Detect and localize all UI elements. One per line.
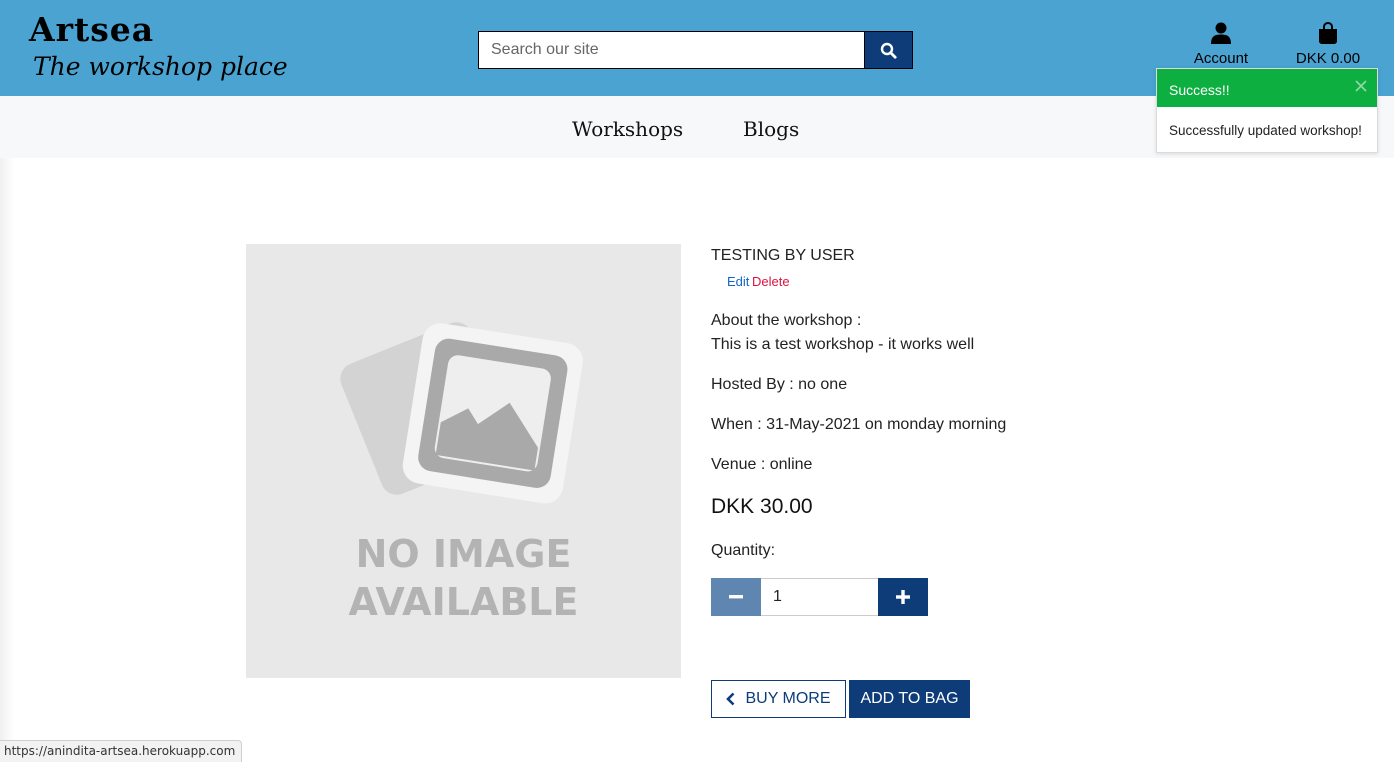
search-form [478, 31, 913, 69]
account-menu[interactable]: Account [1188, 22, 1254, 67]
workshop-price: DKK 30.00 [711, 495, 813, 518]
quantity-label: Quantity: [711, 542, 776, 559]
chevron-left-icon [726, 692, 735, 706]
hosted-by: Hosted By : no one [711, 376, 848, 393]
delete-link[interactable]: Delete [752, 274, 790, 289]
workshop-when: When : 31-May-2021 on monday morning [711, 416, 1007, 433]
success-toast: Success!! Successfully updated workshop! [1156, 68, 1378, 153]
about-label: About the workshop : [711, 312, 862, 329]
bag-total: DKK 0.00 [1295, 50, 1361, 67]
minus-icon [729, 595, 743, 599]
no-image-text: NO IMAGE AVAILABLE [246, 530, 681, 626]
toast-title: Success!! [1169, 82, 1230, 98]
image-placeholder-icon [340, 322, 583, 504]
page-edge-shade [0, 158, 14, 762]
user-icon [1211, 22, 1231, 44]
nav-workshops[interactable]: Workshops [572, 117, 683, 141]
workshop-title: TESTING BY USER [711, 247, 855, 264]
browser-status-url: https://anindita-artsea.herokuapp.com [0, 740, 243, 762]
search-button[interactable] [864, 31, 913, 69]
increment-quantity-button[interactable] [878, 578, 928, 616]
nav-blogs[interactable]: Blogs [743, 117, 799, 141]
toast-close-button[interactable] [1355, 79, 1367, 95]
search-input[interactable] [478, 31, 864, 69]
buy-more-label: BUY MORE [745, 690, 831, 707]
edit-link[interactable]: Edit [727, 274, 749, 289]
workshop-image: NO IMAGE AVAILABLE [246, 244, 681, 678]
search-icon [880, 42, 897, 59]
shopping-bag-link[interactable]: DKK 0.00 [1290, 21, 1366, 67]
shopping-bag-icon [1319, 21, 1337, 44]
quantity-input[interactable] [761, 578, 879, 616]
toast-message: Successfully updated workshop! [1169, 123, 1362, 138]
account-label: Account [1193, 50, 1249, 67]
about-text: This is a test workshop - it works well [711, 336, 975, 353]
close-icon [1355, 80, 1367, 92]
add-to-bag-button[interactable]: ADD TO BAG [849, 680, 970, 718]
workshop-venue: Venue : online [711, 456, 813, 473]
no-image-line2: AVAILABLE [348, 580, 579, 624]
no-image-line1: NO IMAGE [355, 532, 572, 576]
toast-header: Success!! [1157, 69, 1377, 107]
buy-more-button[interactable]: BUY MORE [711, 680, 846, 718]
brand-title[interactable]: Artsea [29, 10, 154, 49]
plus-icon [896, 590, 910, 604]
brand-tagline: The workshop place [33, 52, 288, 81]
decrement-quantity-button[interactable] [711, 578, 761, 616]
